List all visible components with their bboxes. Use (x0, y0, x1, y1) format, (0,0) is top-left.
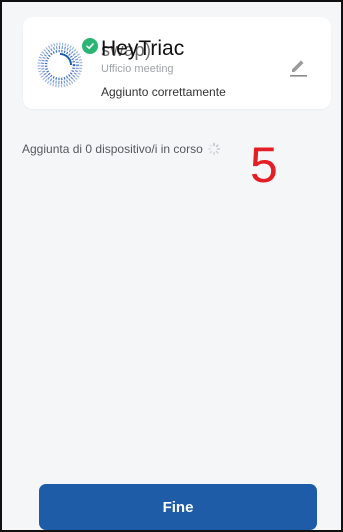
spinner-icon (207, 142, 220, 156)
device-room: Ufficio meeting (101, 63, 174, 75)
progress-text: Aggiunta di 0 dispositivo/i in corso (22, 142, 203, 156)
countdown-number: 5 (250, 137, 278, 193)
app-screen: swap) HeyTriac Ufficio meeting Aggiunto … (0, 0, 343, 532)
pencil-icon[interactable] (288, 56, 308, 78)
device-status: Aggiunto correttamente (101, 85, 226, 99)
device-name-overlay: HeyTriac (101, 37, 185, 60)
device-name: swap) HeyTriac (101, 37, 241, 63)
device-ring-icon (37, 42, 83, 88)
progress-status: Aggiunta di 0 dispositivo/i in corso (22, 142, 221, 156)
check-circle-icon (82, 38, 98, 54)
fine-button[interactable]: Fine (39, 484, 317, 530)
device-card: swap) HeyTriac Ufficio meeting Aggiunto … (23, 17, 331, 109)
